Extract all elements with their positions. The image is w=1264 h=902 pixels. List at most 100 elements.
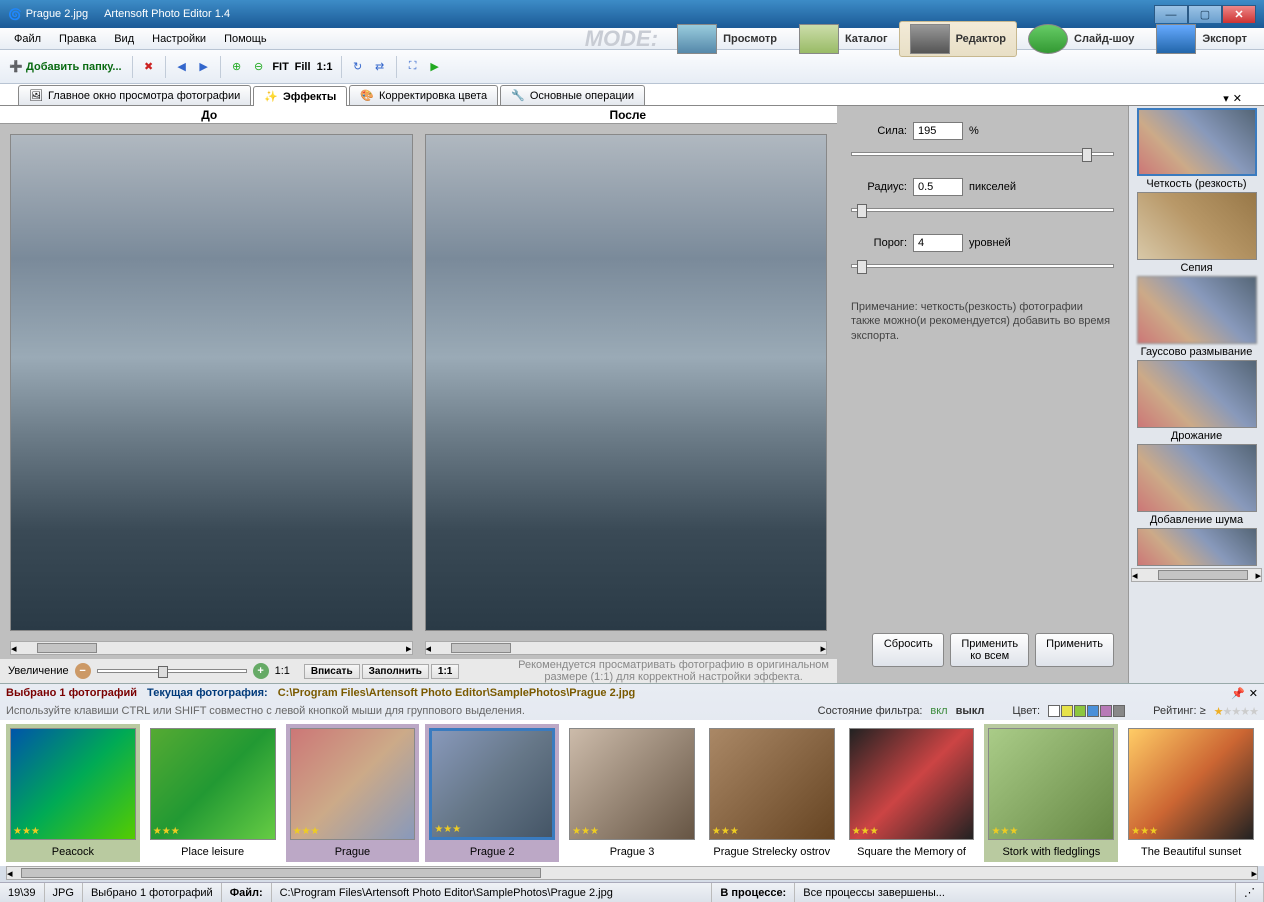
effect-sharpness[interactable]: Четкость (резкость) <box>1131 108 1262 190</box>
one-to-one-button[interactable]: 1:1 <box>315 57 335 77</box>
app-title: Artensoft Photo Editor 1.4 <box>104 8 230 20</box>
effect-add-noise[interactable]: Добавление шума <box>1131 444 1262 526</box>
dropdown-icon[interactable]: ▾ <box>1223 92 1229 105</box>
menu-help[interactable]: Помощь <box>216 31 275 47</box>
strength-label: Сила: <box>851 125 907 137</box>
editor-subtabs: 🖼Главное окно просмотра фотографии ✨Эффе… <box>0 84 1264 106</box>
fill-button[interactable]: Fill <box>293 57 313 77</box>
pin-icon[interactable]: 📌 <box>1231 687 1245 700</box>
delete-button[interactable]: ✖ <box>139 57 159 77</box>
zoom-fit-button[interactable]: Вписать <box>304 664 360 679</box>
catalog-icon <box>799 24 839 54</box>
threshold-label: Порог: <box>851 237 907 249</box>
preview-area: До После ◂▸ ◂▸ Увеличение − + 1:1 Вписат… <box>0 106 837 683</box>
plus-icon: ➕ <box>8 59 24 75</box>
filter-off[interactable]: выкл <box>956 705 985 717</box>
threshold-input[interactable] <box>913 234 963 252</box>
fit-button[interactable]: FIT <box>271 57 291 77</box>
color-filter[interactable] <box>1048 705 1125 717</box>
rating-stars[interactable]: ★★★★★ <box>1214 705 1258 718</box>
rotate-button[interactable]: ↻ <box>348 57 368 77</box>
thumb-prague-strelecky-ostrov[interactable]: ★★★Prague Strelecky ostrov <box>705 724 839 862</box>
after-label: После <box>419 106 838 123</box>
params-note: Примечание: четкость(резкость) фотографи… <box>851 300 1114 343</box>
apply-all-button[interactable]: Применить ко всем <box>950 633 1029 667</box>
mode-catalog[interactable]: Каталог <box>788 21 899 57</box>
add-folder-button[interactable]: ➕ Добавить папку... <box>4 57 126 77</box>
zoom-one: 1:1 <box>275 665 290 677</box>
thumb-prague-3[interactable]: ★★★Prague 3 <box>565 724 699 862</box>
zoom-one-button[interactable]: 1:1 <box>431 664 459 679</box>
menu-edit[interactable]: Правка <box>51 31 104 47</box>
film-current-path: C:\Program Files\Artensoft Photo Editor\… <box>278 687 636 699</box>
zoom-row: Увеличение − + 1:1 Вписать Заполнить 1:1… <box>0 659 837 683</box>
status-file-path: C:\Program Files\Artensoft Photo Editor\… <box>272 883 713 902</box>
after-image[interactable] <box>425 134 828 631</box>
subtab-effects[interactable]: ✨Эффекты <box>253 86 347 106</box>
zoom-in-button[interactable]: ⊕ <box>227 57 247 77</box>
effect-jitter[interactable]: Дрожание <box>1131 360 1262 442</box>
flip-button[interactable]: ⇄ <box>370 57 390 77</box>
prev-button[interactable]: ◀ <box>172 57 192 77</box>
after-scrollbar[interactable]: ◂▸ <box>425 641 828 655</box>
status-proc-value: Все процессы завершены... <box>795 883 1236 902</box>
radius-input[interactable] <box>913 178 963 196</box>
zoom-fill-button[interactable]: Заполнить <box>362 664 429 679</box>
effects-scrollbar[interactable]: ◂▸ <box>1131 568 1262 582</box>
rating-filter-label: Рейтинг: ≥ <box>1153 705 1206 717</box>
effect-gaussian-blur[interactable]: Гауссово размывание <box>1131 276 1262 358</box>
apply-button[interactable]: Применить <box>1035 633 1114 667</box>
subtab-main-preview[interactable]: 🖼Главное окно просмотра фотографии <box>18 85 251 105</box>
before-scrollbar[interactable]: ◂▸ <box>10 641 413 655</box>
filter-state-label: Состояние фильтра: <box>818 705 923 717</box>
fullscreen-button[interactable]: ⛶ <box>403 57 423 77</box>
strength-slider[interactable] <box>851 152 1114 156</box>
workspace: До После ◂▸ ◂▸ Увеличение − + 1:1 Вписат… <box>0 106 1264 683</box>
menu-file[interactable]: Файл <box>6 31 49 47</box>
zoom-out-icon[interactable]: − <box>75 663 91 679</box>
menu-settings[interactable]: Настройки <box>144 31 214 47</box>
close-panel-icon[interactable]: ✕ <box>1233 92 1242 105</box>
filmstrip[interactable]: ★★★Peacock★★★Place leisure★★★Prague★★★Pr… <box>0 720 1264 866</box>
zoom-in-icon[interactable]: + <box>253 663 269 679</box>
play-button[interactable]: ▶ <box>425 57 445 77</box>
mode-export[interactable]: Экспорт <box>1145 21 1258 57</box>
slideshow-icon <box>1028 24 1068 54</box>
threshold-slider[interactable] <box>851 264 1114 268</box>
mode-editor[interactable]: Редактор <box>899 21 1017 57</box>
next-button[interactable]: ▶ <box>194 57 214 77</box>
thumb-prague-2[interactable]: ★★★Prague 2 <box>425 724 559 862</box>
editor-icon <box>910 24 950 54</box>
thumb-peacock[interactable]: ★★★Peacock <box>6 724 140 862</box>
filter-on[interactable]: вкл <box>930 705 947 717</box>
menu-view[interactable]: Вид <box>106 31 142 47</box>
statusbar: 19\39 JPG Выбрано 1 фотографий Файл: C:\… <box>0 882 1264 902</box>
zoom-slider[interactable] <box>97 669 247 673</box>
effect-more[interactable] <box>1131 528 1262 566</box>
status-grip[interactable]: ⋰ <box>1236 883 1264 902</box>
radius-slider[interactable] <box>851 208 1114 212</box>
thumb-square-the-memory-of[interactable]: ★★★Square the Memory of <box>845 724 979 862</box>
subtab-basic-ops[interactable]: 🔧Основные операции <box>500 85 645 105</box>
thumb-stork-with-fledglings[interactable]: ★★★Stork with fledglings <box>984 724 1118 862</box>
threshold-unit: уровней <box>969 237 1011 249</box>
filmstrip-scrollbar[interactable]: ◂▸ <box>6 866 1258 880</box>
before-image[interactable] <box>10 134 413 631</box>
reset-button[interactable]: Сбросить <box>872 633 944 667</box>
menubar: Файл Правка Вид Настройки Помощь MODE: П… <box>0 28 1264 50</box>
thumb-the-beautiful-sunset[interactable]: ★★★The Beautiful sunset <box>1124 724 1258 862</box>
strength-input[interactable] <box>913 122 963 140</box>
effect-sepia[interactable]: Сепия <box>1131 192 1262 274</box>
film-current-label: Текущая фотография: <box>147 687 268 699</box>
film-close-icon[interactable]: ✕ <box>1249 687 1258 700</box>
mode-slideshow[interactable]: Слайд-шоу <box>1017 21 1145 57</box>
thumb-place-leisure[interactable]: ★★★Place leisure <box>146 724 280 862</box>
export-icon <box>1156 24 1196 54</box>
filmstrip-panel: Выбрано 1 фотографий Текущая фотография:… <box>0 683 1264 882</box>
subtab-color-correction[interactable]: 🎨Корректировка цвета <box>349 85 498 105</box>
thumb-prague[interactable]: ★★★Prague <box>286 724 420 862</box>
effect-params: Сила: % Радиус: пикселей Порог: уровней … <box>837 106 1128 683</box>
preview-icon: 🖼 <box>29 89 43 102</box>
mode-view[interactable]: Просмотр <box>666 21 788 57</box>
zoom-out-button[interactable]: ⊖ <box>249 57 269 77</box>
